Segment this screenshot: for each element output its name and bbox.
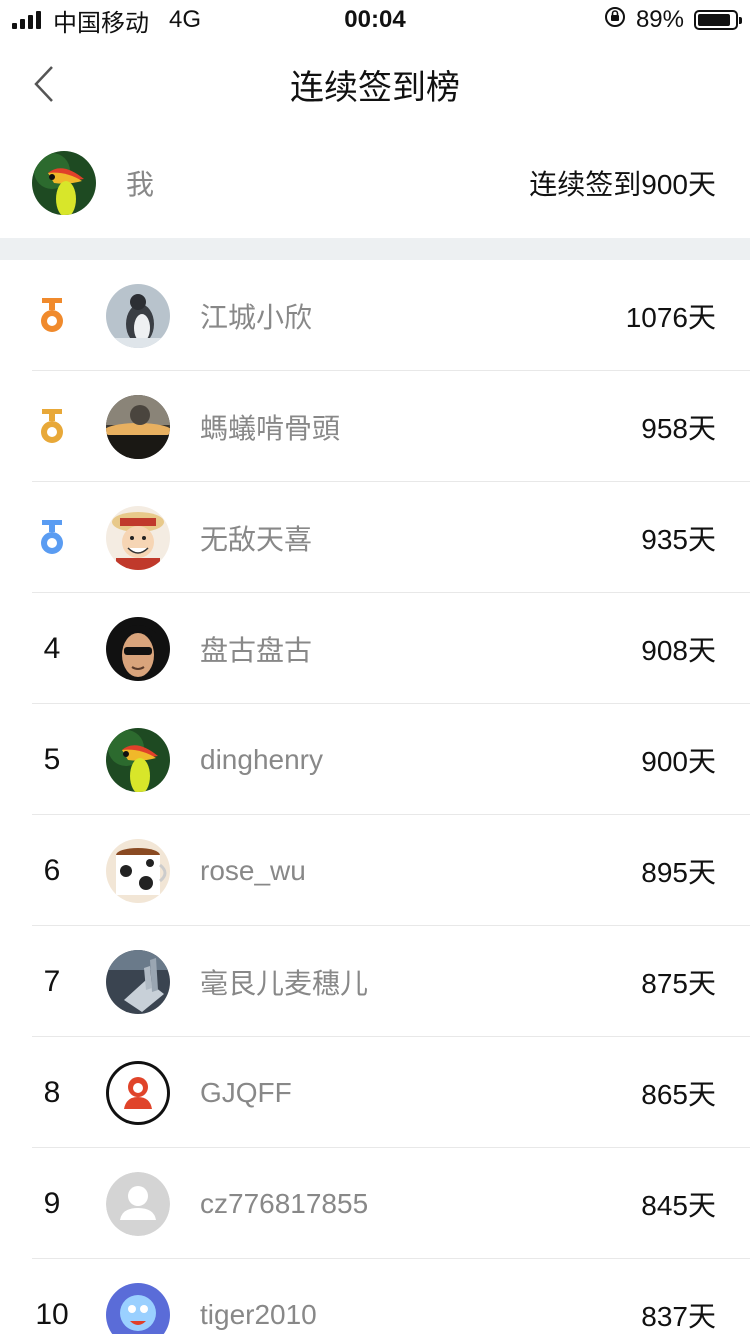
leaderboard-row[interactable]: 10 tiger2010 837天 [0,1259,750,1334]
rank-cell [32,407,72,447]
sunglasses-avatar[interactable] [106,616,170,681]
silver-medal-icon [41,408,63,443]
rank-cell [32,518,72,558]
leaderboard-row[interactable]: 无敌天喜 935天 [0,482,750,593]
user-name: cz776817855 [200,1187,369,1219]
streak-days: 1076天 [625,301,716,333]
gold-medal-icon [41,297,63,332]
anime-avatar[interactable] [106,505,170,570]
rank-number: 8 [43,1075,61,1109]
rank-number: 6 [43,853,61,887]
battery-label: 89% [635,6,684,33]
user-name: 螞蟻啃骨頭 [200,412,341,444]
bronze-medal-icon [41,519,63,554]
user-name: 江城小欣 [200,301,313,333]
leaderboard-row[interactable]: 螞蟻啃骨頭 958天 [0,371,750,482]
chevron-left-icon [34,66,53,102]
streak-days: 908天 [641,634,716,666]
leaderboard-row[interactable]: 7 毫艮儿麦穗儿 875天 [0,926,750,1037]
leaderboard-row[interactable]: 4 盘古盘古 908天 [0,593,750,704]
my-name: 我 [126,169,155,200]
cartoon-avatar[interactable] [106,1282,170,1334]
nav-bar: 连续签到榜 [0,40,750,128]
rotation-lock-icon [604,6,626,35]
streak-days: 875天 [641,967,716,999]
user-name: 无敌天喜 [200,523,313,555]
section-divider [0,238,750,260]
network-label: 4G [169,6,202,33]
status-right: 89% [604,6,742,35]
page-title: 连续签到榜 [290,68,460,107]
battery-icon [694,10,742,30]
my-streak-days: 连续签到900天 [529,169,716,200]
my-avatar[interactable] [32,151,96,215]
signal-icon [12,11,41,29]
streak-days: 958天 [641,412,716,444]
leaderboard-row[interactable]: 6 rose_wu 895天 [0,815,750,926]
carrier-label: 中国移动 [53,9,149,37]
status-bar: 中国移动 4G 00:04 89% [0,0,750,40]
streak-days: 845天 [641,1189,716,1221]
streak-days: 865天 [641,1078,716,1110]
rank-cell [32,296,72,336]
my-record-row[interactable]: 我 连续签到900天 [0,128,750,238]
leaderboard-list: 江城小欣 1076天 螞蟻啃骨頭 958天 无敌天喜 935天 4 盘古盘古 9… [0,260,750,1334]
rank-number: 7 [43,964,61,998]
sunset-avatar[interactable] [106,394,170,459]
streak-days: 895天 [641,856,716,888]
user-name: tiger2010 [200,1298,317,1330]
leaderboard-row[interactable]: 8 GJQFF 865天 [0,1037,750,1148]
streak-days: 837天 [641,1300,716,1332]
default-user-avatar[interactable] [106,1171,170,1236]
cup-avatar[interactable] [106,838,170,903]
user-name: 盘古盘古 [200,634,313,666]
person-red-avatar[interactable] [106,1061,170,1125]
crystal-avatar[interactable] [106,949,170,1014]
toucan-avatar[interactable] [106,727,170,792]
leaderboard-row[interactable]: 9 cz776817855 845天 [0,1148,750,1259]
leaderboard-row[interactable]: 江城小欣 1076天 [0,260,750,371]
rank-number: 10 [35,1297,69,1331]
rank-number: 5 [43,742,61,776]
battery-level [698,14,731,26]
penguin-avatar[interactable] [106,283,170,348]
leaderboard-row[interactable]: 5 dinghenry 900天 [0,704,750,815]
user-name: rose_wu [200,854,306,886]
status-left: 中国移动 4G [12,3,201,38]
back-button[interactable] [22,62,66,106]
user-name: GJQFF [200,1076,292,1108]
user-name: dinghenry [200,743,323,775]
streak-days: 935天 [641,523,716,555]
user-name: 毫艮儿麦穗儿 [200,967,369,999]
rank-number: 9 [43,1186,61,1220]
streak-days: 900天 [641,745,716,777]
rank-number: 4 [43,631,61,665]
